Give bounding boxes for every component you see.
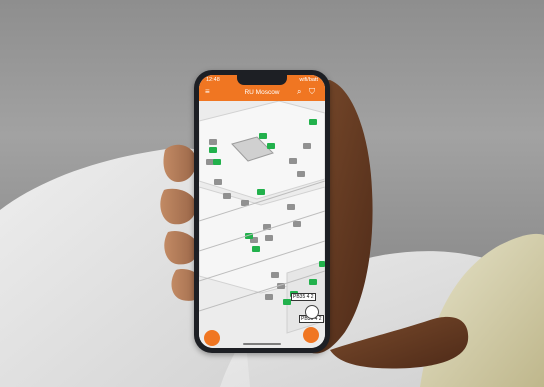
photo-stage: 12:48 wifi/batt ≡ RU Moscow ⌕ ⛉ PB35 4 2… <box>0 0 544 387</box>
floor-switch-button[interactable] <box>204 330 220 346</box>
status-time: 12:48 <box>206 77 220 83</box>
locate-icon[interactable] <box>305 305 319 319</box>
filter-icon[interactable]: ⛉ <box>309 87 319 97</box>
status-signal: wifi/batt <box>299 77 318 83</box>
home-indicator <box>243 343 281 345</box>
phone-screen: 12:48 wifi/batt ≡ RU Moscow ⌕ ⛉ PB35 4 2… <box>199 75 325 348</box>
phone: 12:48 wifi/batt ≡ RU Moscow ⌕ ⛉ PB35 4 2… <box>194 70 330 353</box>
search-icon[interactable]: ⌕ <box>297 87 307 97</box>
desk-label: PB35 4 2 <box>291 293 316 301</box>
phone-notch <box>237 75 287 85</box>
qr-scan-button[interactable] <box>303 327 319 343</box>
